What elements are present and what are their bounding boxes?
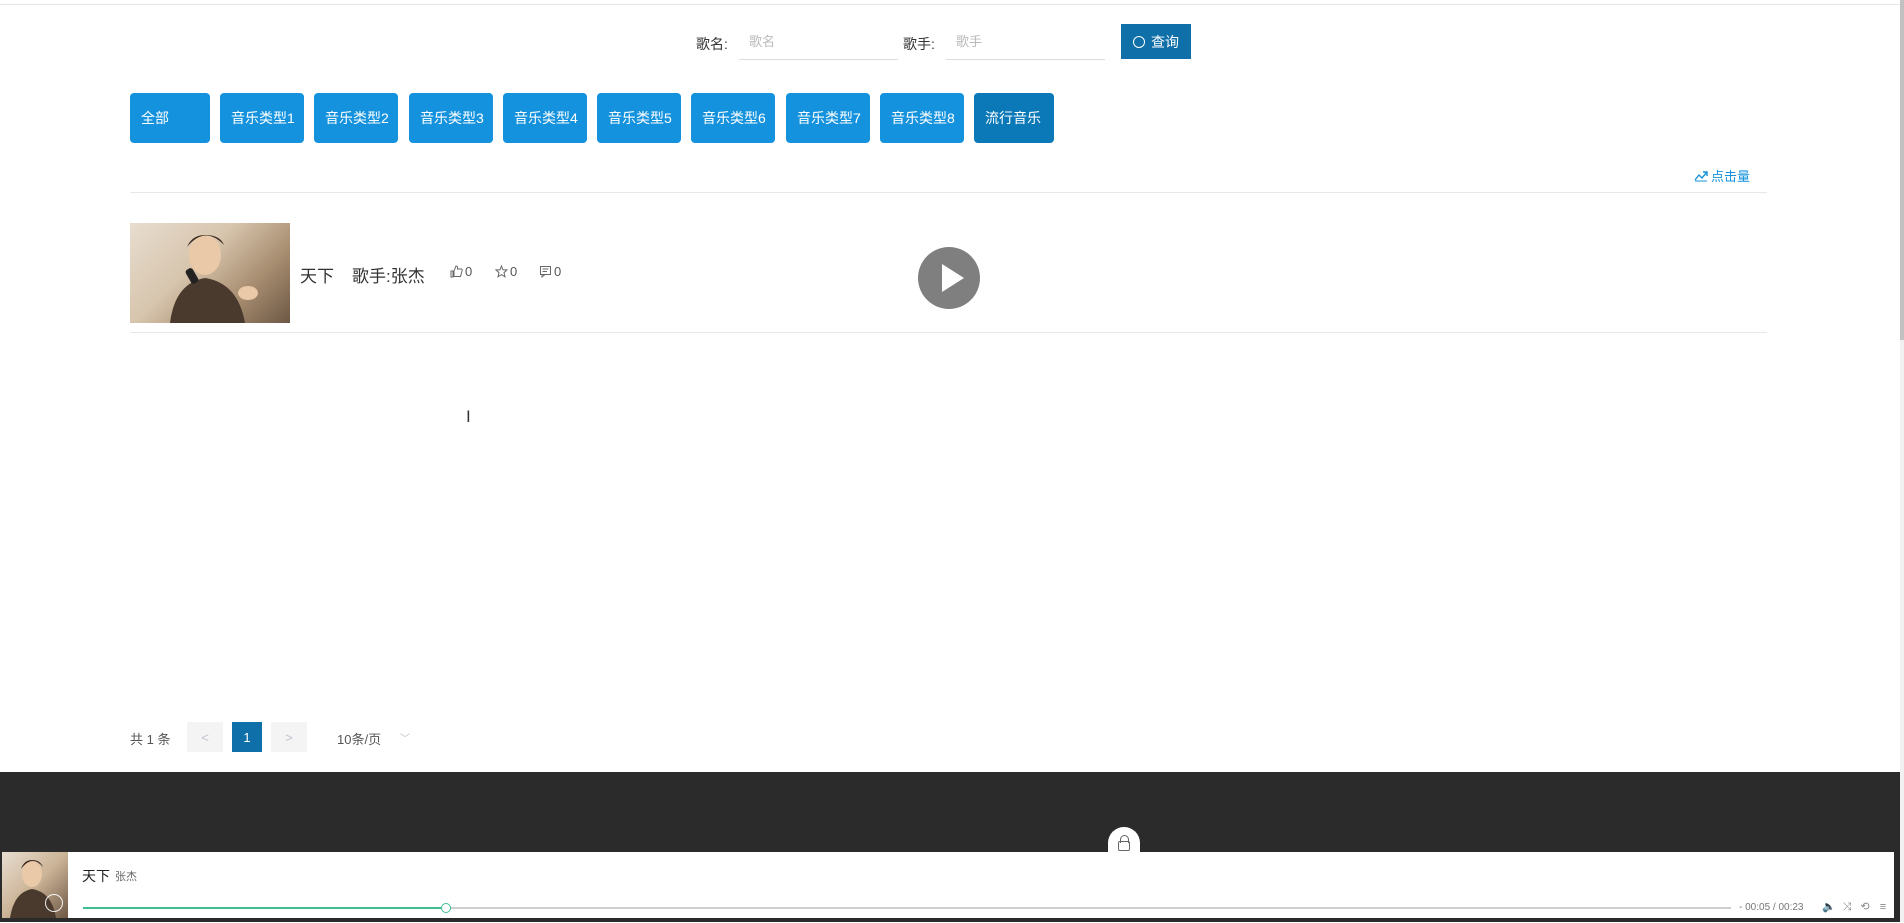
pause-icon[interactable] (45, 894, 63, 912)
player-cover-image (2, 852, 68, 918)
like-count[interactable]: 0 (450, 264, 472, 279)
comment-count-value: 0 (554, 264, 562, 279)
player-lock-toggle[interactable] (1108, 827, 1140, 853)
list-top-divider (130, 192, 1767, 193)
category-pop[interactable]: 流行音乐 (974, 93, 1054, 143)
top-divider (0, 4, 1902, 5)
star-icon (495, 265, 508, 278)
play-button[interactable] (918, 247, 980, 309)
next-page-button[interactable]: > (271, 722, 307, 752)
page-size-select[interactable]: 10条/页 (337, 729, 381, 748)
favorite-count-value: 0 (510, 264, 518, 279)
song-title[interactable]: 天下 (300, 262, 334, 287)
progress-handle[interactable] (440, 903, 451, 913)
page-scrollbar[interactable] (1900, 0, 1904, 922)
singer-input[interactable] (946, 24, 1105, 60)
singer-label: 歌手: (903, 36, 935, 52)
volume-icon[interactable]: 🔈 (1822, 901, 1836, 913)
song-name-input[interactable] (739, 24, 898, 60)
sort-by-hits[interactable]: 点击量 (1694, 166, 1750, 185)
player-song-title: 天下 (82, 868, 110, 884)
total-count: 共 1 条 (130, 732, 171, 747)
search-icon (1133, 35, 1145, 48)
thumbs-up-icon (450, 265, 463, 278)
list-bottom-divider (130, 332, 1767, 333)
category-type-2[interactable]: 音乐类型2 (314, 93, 398, 143)
category-type-6[interactable]: 音乐类型6 (691, 93, 775, 143)
like-count-value: 0 (465, 264, 473, 279)
category-type-4[interactable]: 音乐类型4 (503, 93, 587, 143)
text-cursor-icon: Ⅰ (466, 409, 471, 426)
player-time: - 00:05 / 00:23 (1739, 902, 1804, 913)
trend-icon (1694, 170, 1708, 181)
music-player: 天下 张杰 - 00:05 / 00:23 🔈 ⤨ ⟲ ≡ (2, 852, 1894, 918)
hits-label: 点击量 (1711, 169, 1751, 184)
category-type-3[interactable]: 音乐类型3 (409, 93, 493, 143)
category-type-1[interactable]: 音乐类型1 (220, 93, 304, 143)
singer-photo (170, 235, 258, 323)
song-name-label: 歌名: (696, 36, 728, 52)
progress-fill (83, 907, 446, 909)
lock-icon (1118, 835, 1130, 851)
prev-page-button[interactable]: < (187, 722, 223, 752)
search-bar: 歌名: 歌手: 查询 (0, 24, 1904, 62)
query-button-label: 查询 (1151, 33, 1179, 50)
category-type-8[interactable]: 音乐类型8 (880, 93, 964, 143)
player-artist: 张杰 (115, 871, 137, 883)
song-singer[interactable]: 歌手:张杰 (352, 262, 425, 287)
comment-count[interactable]: 0 (539, 264, 561, 279)
query-button[interactable]: 查询 (1121, 24, 1191, 59)
shuffle-icon[interactable]: ⤨ (1840, 901, 1854, 913)
repeat-icon[interactable]: ⟲ (1858, 901, 1872, 913)
page-number-1[interactable]: 1 (232, 722, 262, 752)
chevron-down-icon[interactable]: ﹀ (400, 730, 410, 745)
comment-icon (540, 266, 551, 278)
category-all[interactable]: 全部 (130, 93, 210, 143)
playlist-icon[interactable]: ≡ (1876, 901, 1890, 913)
favorite-count[interactable]: 0 (495, 264, 517, 279)
progress-bar[interactable] (83, 903, 1731, 913)
category-type-7[interactable]: 音乐类型7 (786, 93, 870, 143)
category-type-5[interactable]: 音乐类型5 (597, 93, 681, 143)
song-cover-image[interactable] (130, 223, 290, 323)
